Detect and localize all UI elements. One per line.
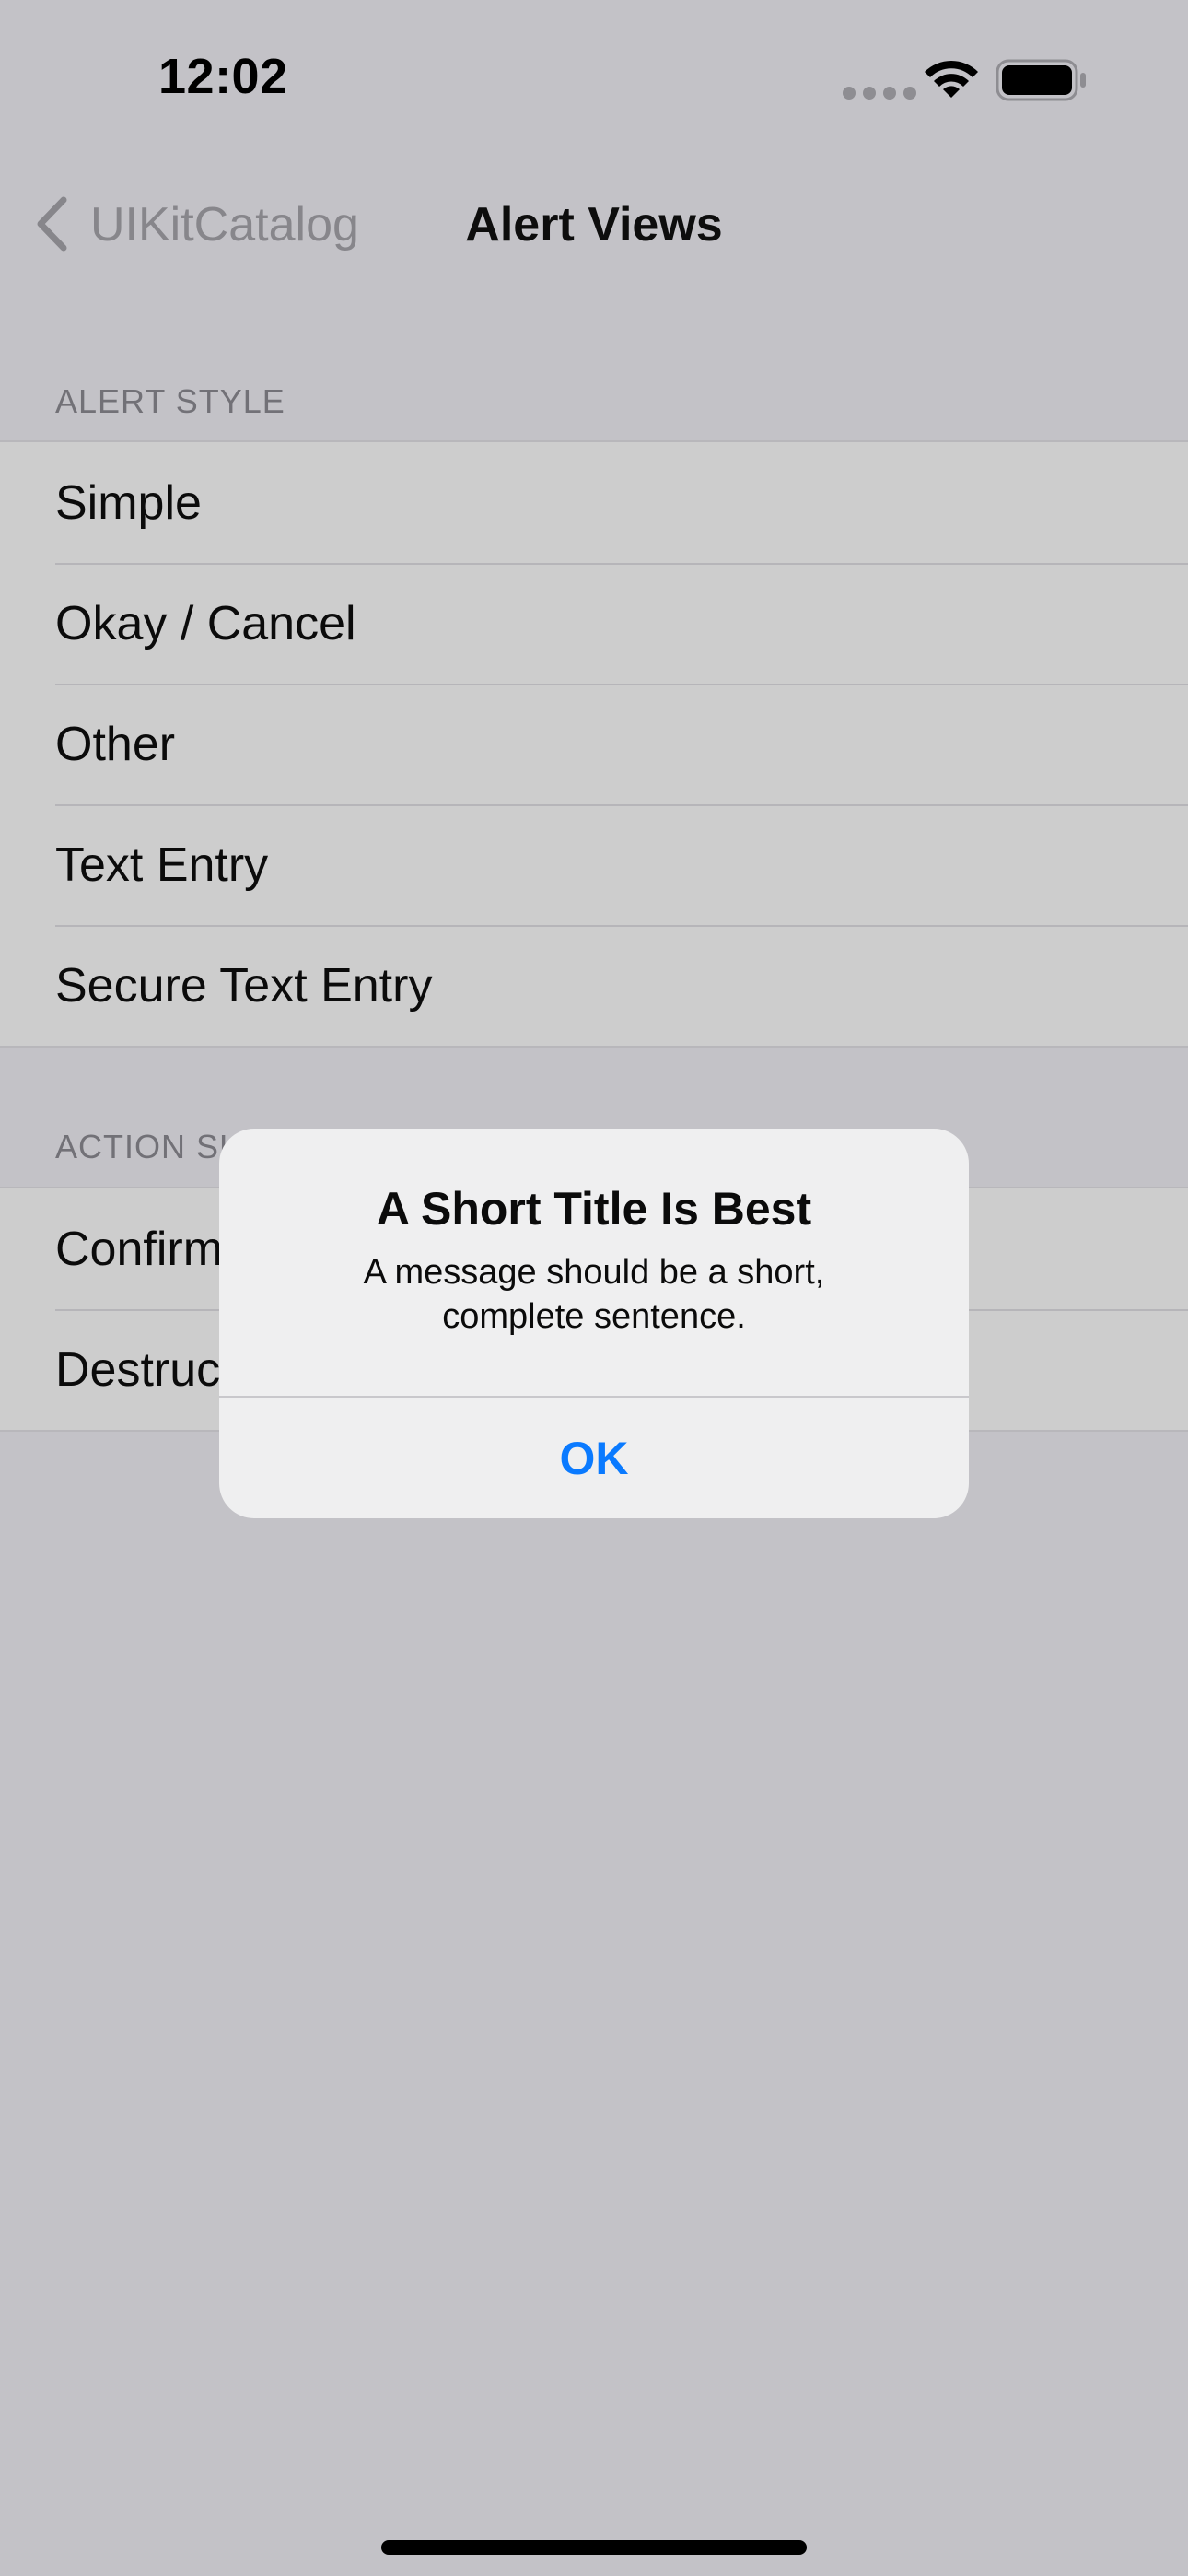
list-item-secure-text-entry[interactable]: Secure Text Entry [0,925,1188,1046]
list-item-other[interactable]: Other [0,684,1188,804]
alert-message: A message should be a short, complete se… [363,1253,825,1336]
alert-title: A Short Title Is Best [376,1183,812,1235]
cellular-signal-icon [843,87,916,100]
section-header-alert-style: ALERT STYLE [55,382,285,420]
list-item-text-entry[interactable]: Text Entry [0,804,1188,925]
page-title: Alert Views [465,198,723,252]
list-item-simple[interactable]: Simple [0,442,1188,563]
home-indicator[interactable] [381,2540,807,2555]
alert-ok-button[interactable]: OK [219,1398,969,1518]
wifi-icon [925,60,978,98]
battery-icon [996,59,1086,101]
alert-dialog: A Short Title Is Best A message should b… [219,1129,969,1518]
status-time: 12:02 [158,49,288,104]
alert-style-list: Simple Okay / Cancel Other Text Entry Se… [0,440,1188,1048]
list-item-okay-cancel[interactable]: Okay / Cancel [0,563,1188,684]
